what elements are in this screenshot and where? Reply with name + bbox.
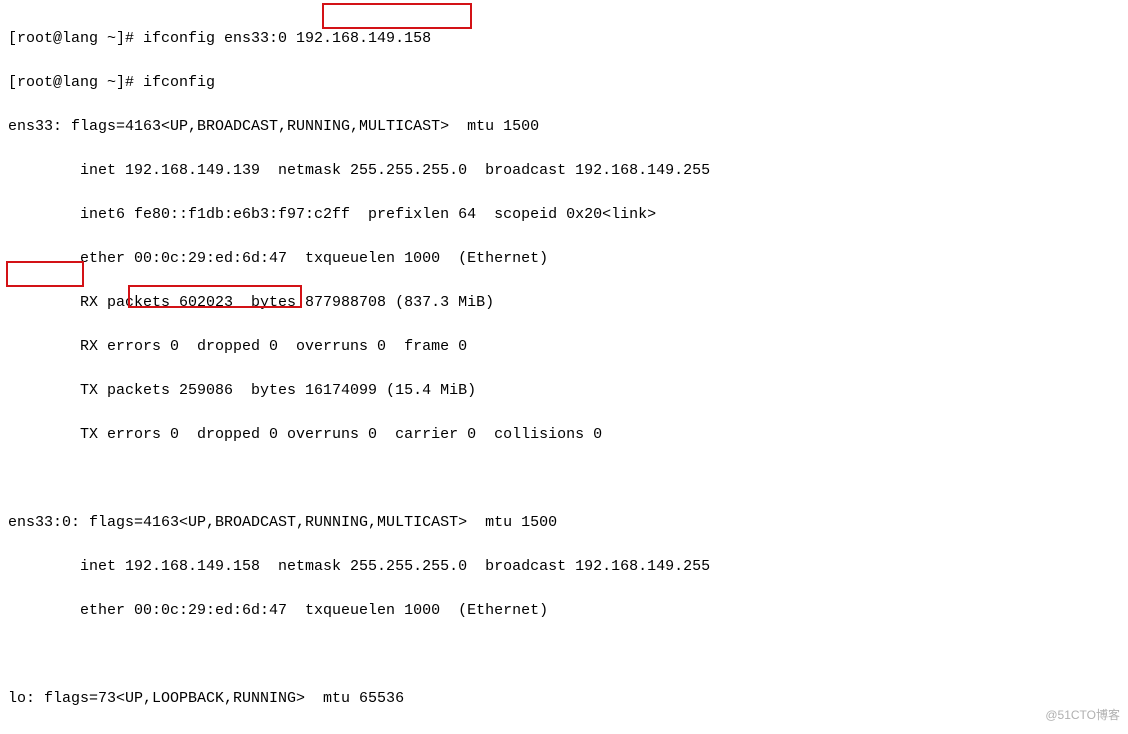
blank-line <box>8 644 1120 666</box>
ens33-tx-errors: TX errors 0 dropped 0 overruns 0 carrier… <box>8 424 1120 446</box>
watermark: @51CTO博客 <box>1045 704 1120 726</box>
ens33-ether: ether 00:0c:29:ed:6d:47 txqueuelen 1000 … <box>8 248 1120 270</box>
blank-line <box>8 468 1120 490</box>
lo-header: lo: flags=73<UP,LOOPBACK,RUNNING> mtu 65… <box>8 688 1120 710</box>
ens33-tx-packets: TX packets 259086 bytes 16174099 (15.4 M… <box>8 380 1120 402</box>
ens33-0-inet: inet 192.168.149.158 netmask 255.255.255… <box>8 556 1120 578</box>
ens33-inet6: inet6 fe80::f1db:e6b3:f97:c2ff prefixlen… <box>8 204 1120 226</box>
ens33-0-header: ens33:0: flags=4163<UP,BROADCAST,RUNNING… <box>8 512 1120 534</box>
terminal-output: [root@lang ~]# ifconfig ens33:0 192.168.… <box>0 0 1128 734</box>
ens33-header: ens33: flags=4163<UP,BROADCAST,RUNNING,M… <box>8 116 1120 138</box>
cmd-line-2: [root@lang ~]# ifconfig <box>8 72 1120 94</box>
ens33-rx-errors: RX errors 0 dropped 0 overruns 0 frame 0 <box>8 336 1120 358</box>
ens33-inet: inet 192.168.149.139 netmask 255.255.255… <box>8 160 1120 182</box>
cmd-line-1: [root@lang ~]# ifconfig ens33:0 192.168.… <box>8 28 1120 50</box>
ens33-0-ether: ether 00:0c:29:ed:6d:47 txqueuelen 1000 … <box>8 600 1120 622</box>
ens33-rx-packets: RX packets 602023 bytes 877988708 (837.3… <box>8 292 1120 314</box>
